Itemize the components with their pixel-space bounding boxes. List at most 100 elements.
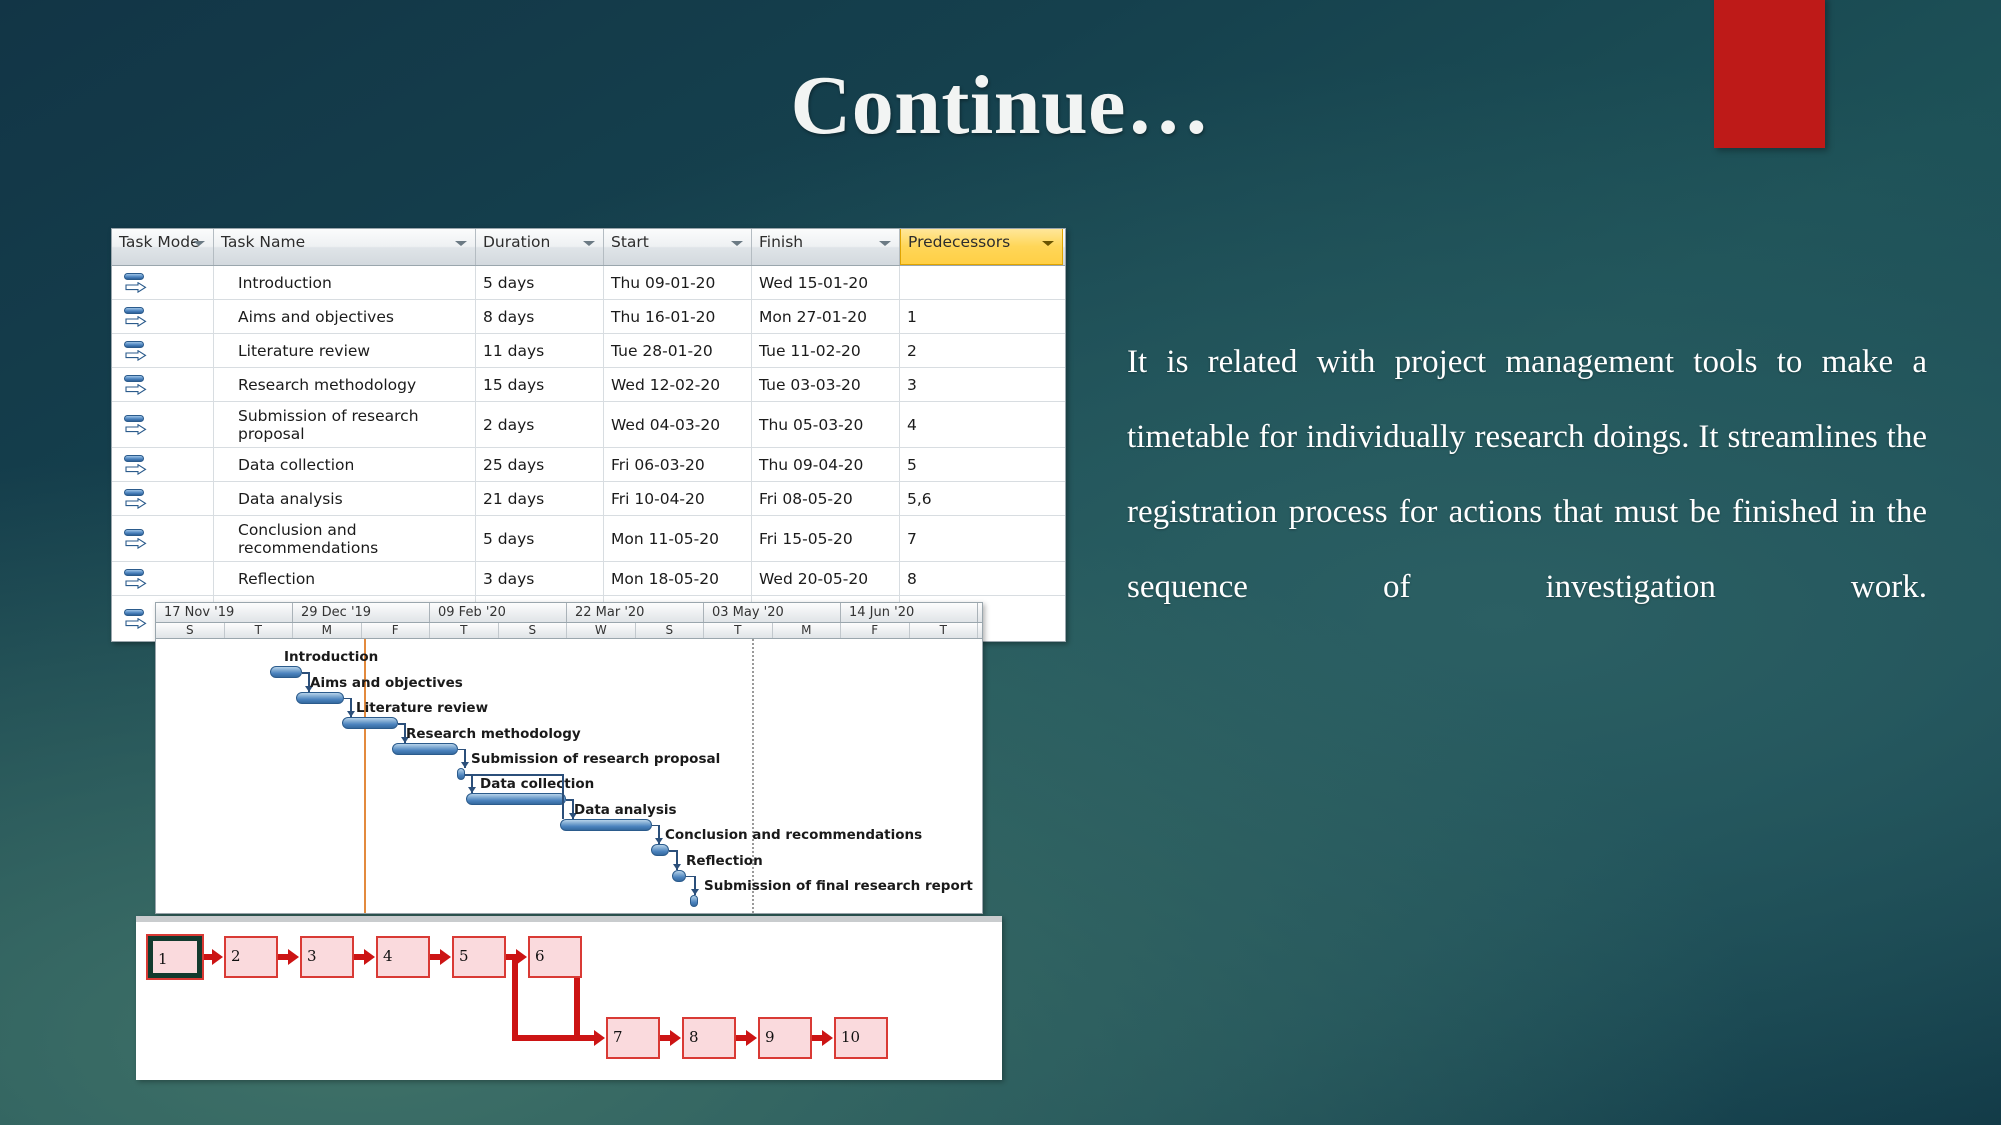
gantt-day-tick: T <box>430 623 499 638</box>
cell-task-mode[interactable] <box>112 516 214 561</box>
network-node[interactable]: 8 <box>682 1017 736 1059</box>
gantt-bar[interactable] <box>270 666 302 679</box>
column-header-predecessors[interactable]: Predecessors <box>900 229 1063 265</box>
filter-dropdown-icon[interactable] <box>455 241 467 246</box>
network-node[interactable]: 7 <box>606 1017 660 1059</box>
finish-date-text: Tue 03-03-20 <box>759 376 861 394</box>
table-row[interactable]: Data analysis 21 days Fri 10-04-20 Fri 08-0… <box>112 482 1065 516</box>
column-header-task-mode[interactable]: Task Mode <box>112 229 214 265</box>
table-row[interactable]: Research methodology 15 days Wed 12-02-20 T… <box>112 368 1065 402</box>
table-row[interactable]: Data collection 25 days Fri 06-03-20 Thu 09… <box>112 448 1065 482</box>
filter-dropdown-icon[interactable] <box>193 241 205 246</box>
cell-task-mode[interactable] <box>112 562 214 595</box>
cell-task-name[interactable]: Research methodology <box>214 368 476 401</box>
cell-start[interactable]: Wed 12-02-20 <box>604 368 752 401</box>
cell-finish[interactable]: Fri 15-05-20 <box>752 516 900 561</box>
cell-task-mode[interactable] <box>112 334 214 367</box>
cell-start[interactable]: Wed 04-03-20 <box>604 402 752 447</box>
cell-task-name[interactable]: Data analysis <box>214 482 476 515</box>
cell-duration[interactable]: 5 days <box>476 516 604 561</box>
cell-predecessors[interactable]: 8 <box>900 562 1063 595</box>
cell-finish[interactable]: Wed 20-05-20 <box>752 562 900 595</box>
network-node[interactable]: 6 <box>528 936 582 978</box>
cell-task-mode[interactable] <box>112 266 214 299</box>
cell-duration[interactable]: 25 days <box>476 448 604 481</box>
cell-predecessors[interactable]: 4 <box>900 402 1063 447</box>
cell-finish[interactable]: Thu 09-04-20 <box>752 448 900 481</box>
gantt-bar[interactable] <box>560 818 652 831</box>
cell-task-mode[interactable] <box>112 482 214 515</box>
gantt-bar-label: Submission of final research report <box>704 878 973 895</box>
cell-duration[interactable]: 3 days <box>476 562 604 595</box>
table-row[interactable]: Conclusion and recommendations 5 days Mon … <box>112 516 1065 562</box>
cell-task-mode[interactable] <box>112 300 214 333</box>
network-node[interactable]: 3 <box>300 936 354 978</box>
filter-dropdown-icon[interactable] <box>879 241 891 246</box>
cell-predecessors[interactable] <box>900 266 1063 299</box>
cell-predecessors[interactable]: 1 <box>900 300 1063 333</box>
table-row[interactable]: Reflection 3 days Mon 18-05-20 Wed 20-05-20… <box>112 562 1065 596</box>
network-node[interactable]: 9 <box>758 1017 812 1059</box>
cell-predecessors[interactable]: 5,6 <box>900 482 1063 515</box>
cell-start[interactable]: Mon 18-05-20 <box>604 562 752 595</box>
cell-start[interactable]: Thu 09-01-20 <box>604 266 752 299</box>
cell-duration[interactable]: 5 days <box>476 266 604 299</box>
table-row[interactable]: Introduction 5 days Thu 09-01-20 Wed 15-01-… <box>112 266 1065 300</box>
filter-dropdown-icon[interactable] <box>731 241 743 246</box>
table-row[interactable]: Aims and objectives 8 days Thu 16-01-20 Mon… <box>112 300 1065 334</box>
cell-duration[interactable]: 15 days <box>476 368 604 401</box>
cell-task-name[interactable]: Aims and objectives <box>214 300 476 333</box>
cell-task-name[interactable]: Submission of research proposal <box>214 402 476 447</box>
cell-task-name[interactable]: Reflection <box>214 562 476 595</box>
cell-finish[interactable]: Fri 08-05-20 <box>752 482 900 515</box>
column-header-duration[interactable]: Duration <box>476 229 604 265</box>
cell-finish[interactable]: Mon 27-01-20 <box>752 300 900 333</box>
network-node[interactable]: 5 <box>452 936 506 978</box>
cell-start[interactable]: Thu 16-01-20 <box>604 300 752 333</box>
cell-predecessors[interactable]: 7 <box>900 516 1063 561</box>
gantt-bar[interactable] <box>457 768 465 781</box>
cell-duration[interactable]: 21 days <box>476 482 604 515</box>
start-date-text: Mon 18-05-20 <box>611 570 719 588</box>
gantt-bar[interactable] <box>296 691 344 704</box>
table-row[interactable]: Submission of research proposal 2 days Wed… <box>112 402 1065 448</box>
cell-task-mode[interactable] <box>112 368 214 401</box>
cell-predecessors[interactable]: 5 <box>900 448 1063 481</box>
cell-task-mode[interactable] <box>112 448 214 481</box>
network-node[interactable]: 2 <box>224 936 278 978</box>
cell-duration[interactable]: 2 days <box>476 402 604 447</box>
cell-duration[interactable]: 8 days <box>476 300 604 333</box>
gantt-bar[interactable] <box>466 793 566 806</box>
cell-finish[interactable]: Tue 11-02-20 <box>752 334 900 367</box>
table-row[interactable]: Literature review 11 days Tue 28-01-20 Tue … <box>112 334 1065 368</box>
cell-duration[interactable]: 11 days <box>476 334 604 367</box>
gantt-bar[interactable] <box>690 895 698 908</box>
cell-finish[interactable]: Thu 05-03-20 <box>752 402 900 447</box>
cell-predecessors[interactable]: 2 <box>900 334 1063 367</box>
cell-start[interactable]: Mon 11-05-20 <box>604 516 752 561</box>
network-node[interactable]: 10 <box>834 1017 888 1059</box>
gantt-bar[interactable] <box>651 844 669 857</box>
cell-task-mode[interactable] <box>112 402 214 447</box>
cell-task-name[interactable]: Conclusion and recommendations <box>214 516 476 561</box>
gantt-bar[interactable] <box>342 717 398 730</box>
filter-dropdown-icon[interactable] <box>583 241 595 246</box>
finish-date-text: Thu 09-04-20 <box>759 456 864 474</box>
cell-finish[interactable]: Tue 03-03-20 <box>752 368 900 401</box>
cell-task-name[interactable]: Introduction <box>214 266 476 299</box>
cell-start[interactable]: Tue 28-01-20 <box>604 334 752 367</box>
network-node[interactable]: 4 <box>376 936 430 978</box>
filter-dropdown-icon[interactable] <box>1042 241 1054 246</box>
column-header-finish[interactable]: Finish <box>752 229 900 265</box>
cell-task-name[interactable]: Data collection <box>214 448 476 481</box>
gantt-bar[interactable] <box>672 869 686 882</box>
cell-start[interactable]: Fri 10-04-20 <box>604 482 752 515</box>
column-header-task-name[interactable]: Task Name <box>214 229 476 265</box>
cell-task-name[interactable]: Literature review <box>214 334 476 367</box>
network-node[interactable]: 1 <box>148 936 202 978</box>
cell-finish[interactable]: Wed 15-01-20 <box>752 266 900 299</box>
cell-predecessors[interactable]: 3 <box>900 368 1063 401</box>
gantt-bar[interactable] <box>392 742 458 755</box>
cell-start[interactable]: Fri 06-03-20 <box>604 448 752 481</box>
column-header-start[interactable]: Start <box>604 229 752 265</box>
